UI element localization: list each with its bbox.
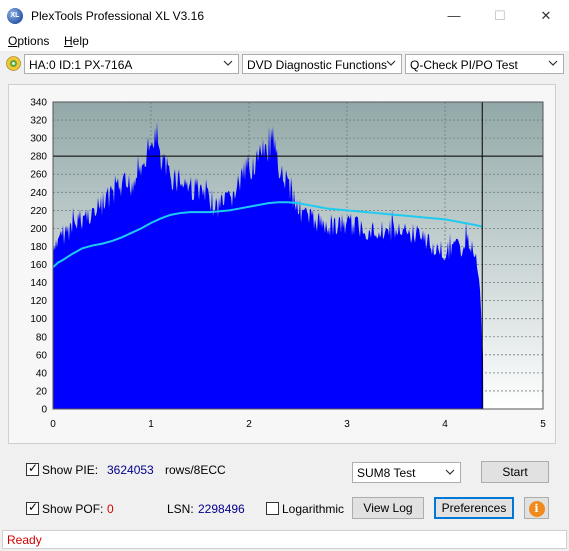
- info-button[interactable]: i: [524, 497, 549, 519]
- y-tick-label: 100: [30, 314, 47, 325]
- menu-options[interactable]: Options: [8, 34, 49, 48]
- y-tick-label: 160: [30, 260, 47, 271]
- x-tick-label: 5: [540, 419, 546, 430]
- show-pof-label: Show POF:: [42, 502, 104, 516]
- x-tick-label: 4: [442, 419, 448, 430]
- pof-count: 0: [107, 502, 114, 516]
- y-tick-label: 240: [30, 188, 47, 199]
- y-tick-label: 0: [41, 405, 47, 416]
- menu-bar: Options Help: [0, 31, 569, 52]
- menu-help[interactable]: Help: [64, 34, 89, 48]
- test-select[interactable]: Q-Check PI/PO Test: [405, 54, 564, 74]
- function-select[interactable]: DVD Diagnostic Functions: [242, 54, 402, 74]
- start-button[interactable]: Start: [481, 461, 549, 483]
- chevron-down-icon: [223, 60, 233, 66]
- status-bar: Ready: [2, 530, 567, 549]
- maximize-button[interactable]: ☐: [477, 0, 523, 31]
- chart-panel: 0 20 40 60 80 100 120 140 160 180 200 220 240 260 280 3…: [8, 84, 556, 444]
- y-tick-label: 60: [36, 350, 48, 361]
- x-tick-label: 2: [246, 419, 252, 430]
- y-tick-label: 120: [30, 296, 47, 307]
- y-tick-label: 300: [30, 134, 47, 145]
- minimize-button[interactable]: —: [431, 0, 477, 31]
- logarithmic-checkbox[interactable]: [266, 502, 279, 515]
- y-tick-label: 320: [30, 116, 47, 127]
- y-tick-label: 200: [30, 224, 47, 235]
- pie-count: 3624053: [107, 463, 154, 477]
- y-tick-label: 80: [36, 332, 48, 343]
- chevron-down-icon: [445, 469, 455, 475]
- drive-select[interactable]: HA:0 ID:1 PX-716A: [24, 54, 239, 74]
- x-tick-label: 0: [50, 419, 56, 430]
- y-tick-label: 180: [30, 242, 47, 253]
- y-tick-label: 220: [30, 206, 47, 217]
- x-tick-label: 3: [344, 419, 350, 430]
- chevron-down-icon: [548, 60, 558, 66]
- y-tick-label: 280: [30, 152, 47, 163]
- window-title: PlexTools Professional XL V3.16: [31, 9, 204, 23]
- logarithmic-label: Logarithmic: [282, 502, 345, 516]
- x-tick-label: 1: [148, 419, 154, 430]
- chevron-down-icon: [386, 60, 396, 66]
- close-button[interactable]: ✕: [523, 0, 569, 31]
- y-tick-label: 340: [30, 98, 47, 109]
- info-icon: i: [528, 501, 545, 517]
- view-log-button[interactable]: View Log: [352, 497, 424, 519]
- y-tick-label: 140: [30, 278, 47, 289]
- drive-icon: [6, 56, 21, 71]
- y-tick-label: 20: [36, 386, 48, 397]
- y-tick-label: 40: [36, 368, 48, 379]
- pie-unit: rows/8ECC: [165, 463, 226, 477]
- show-pie-label: Show PIE:: [42, 463, 99, 477]
- show-pie-checkbox[interactable]: [26, 461, 39, 476]
- status-text: Ready: [7, 533, 42, 547]
- show-pof-checkbox[interactable]: [26, 500, 39, 515]
- preferences-button[interactable]: Preferences: [434, 497, 514, 519]
- lsn-label: LSN:: [167, 502, 194, 516]
- sum-test-select[interactable]: SUM8 Test: [352, 462, 461, 483]
- y-tick-label: 260: [30, 170, 47, 181]
- title-bar: XL PlexTools Professional XL V3.16 — ☐ ✕: [0, 0, 569, 31]
- app-icon: XL: [7, 8, 23, 24]
- pi-chart: 0204060801001201401601802002202402602803…: [30, 98, 546, 431]
- lsn-value: 2298496: [198, 502, 245, 516]
